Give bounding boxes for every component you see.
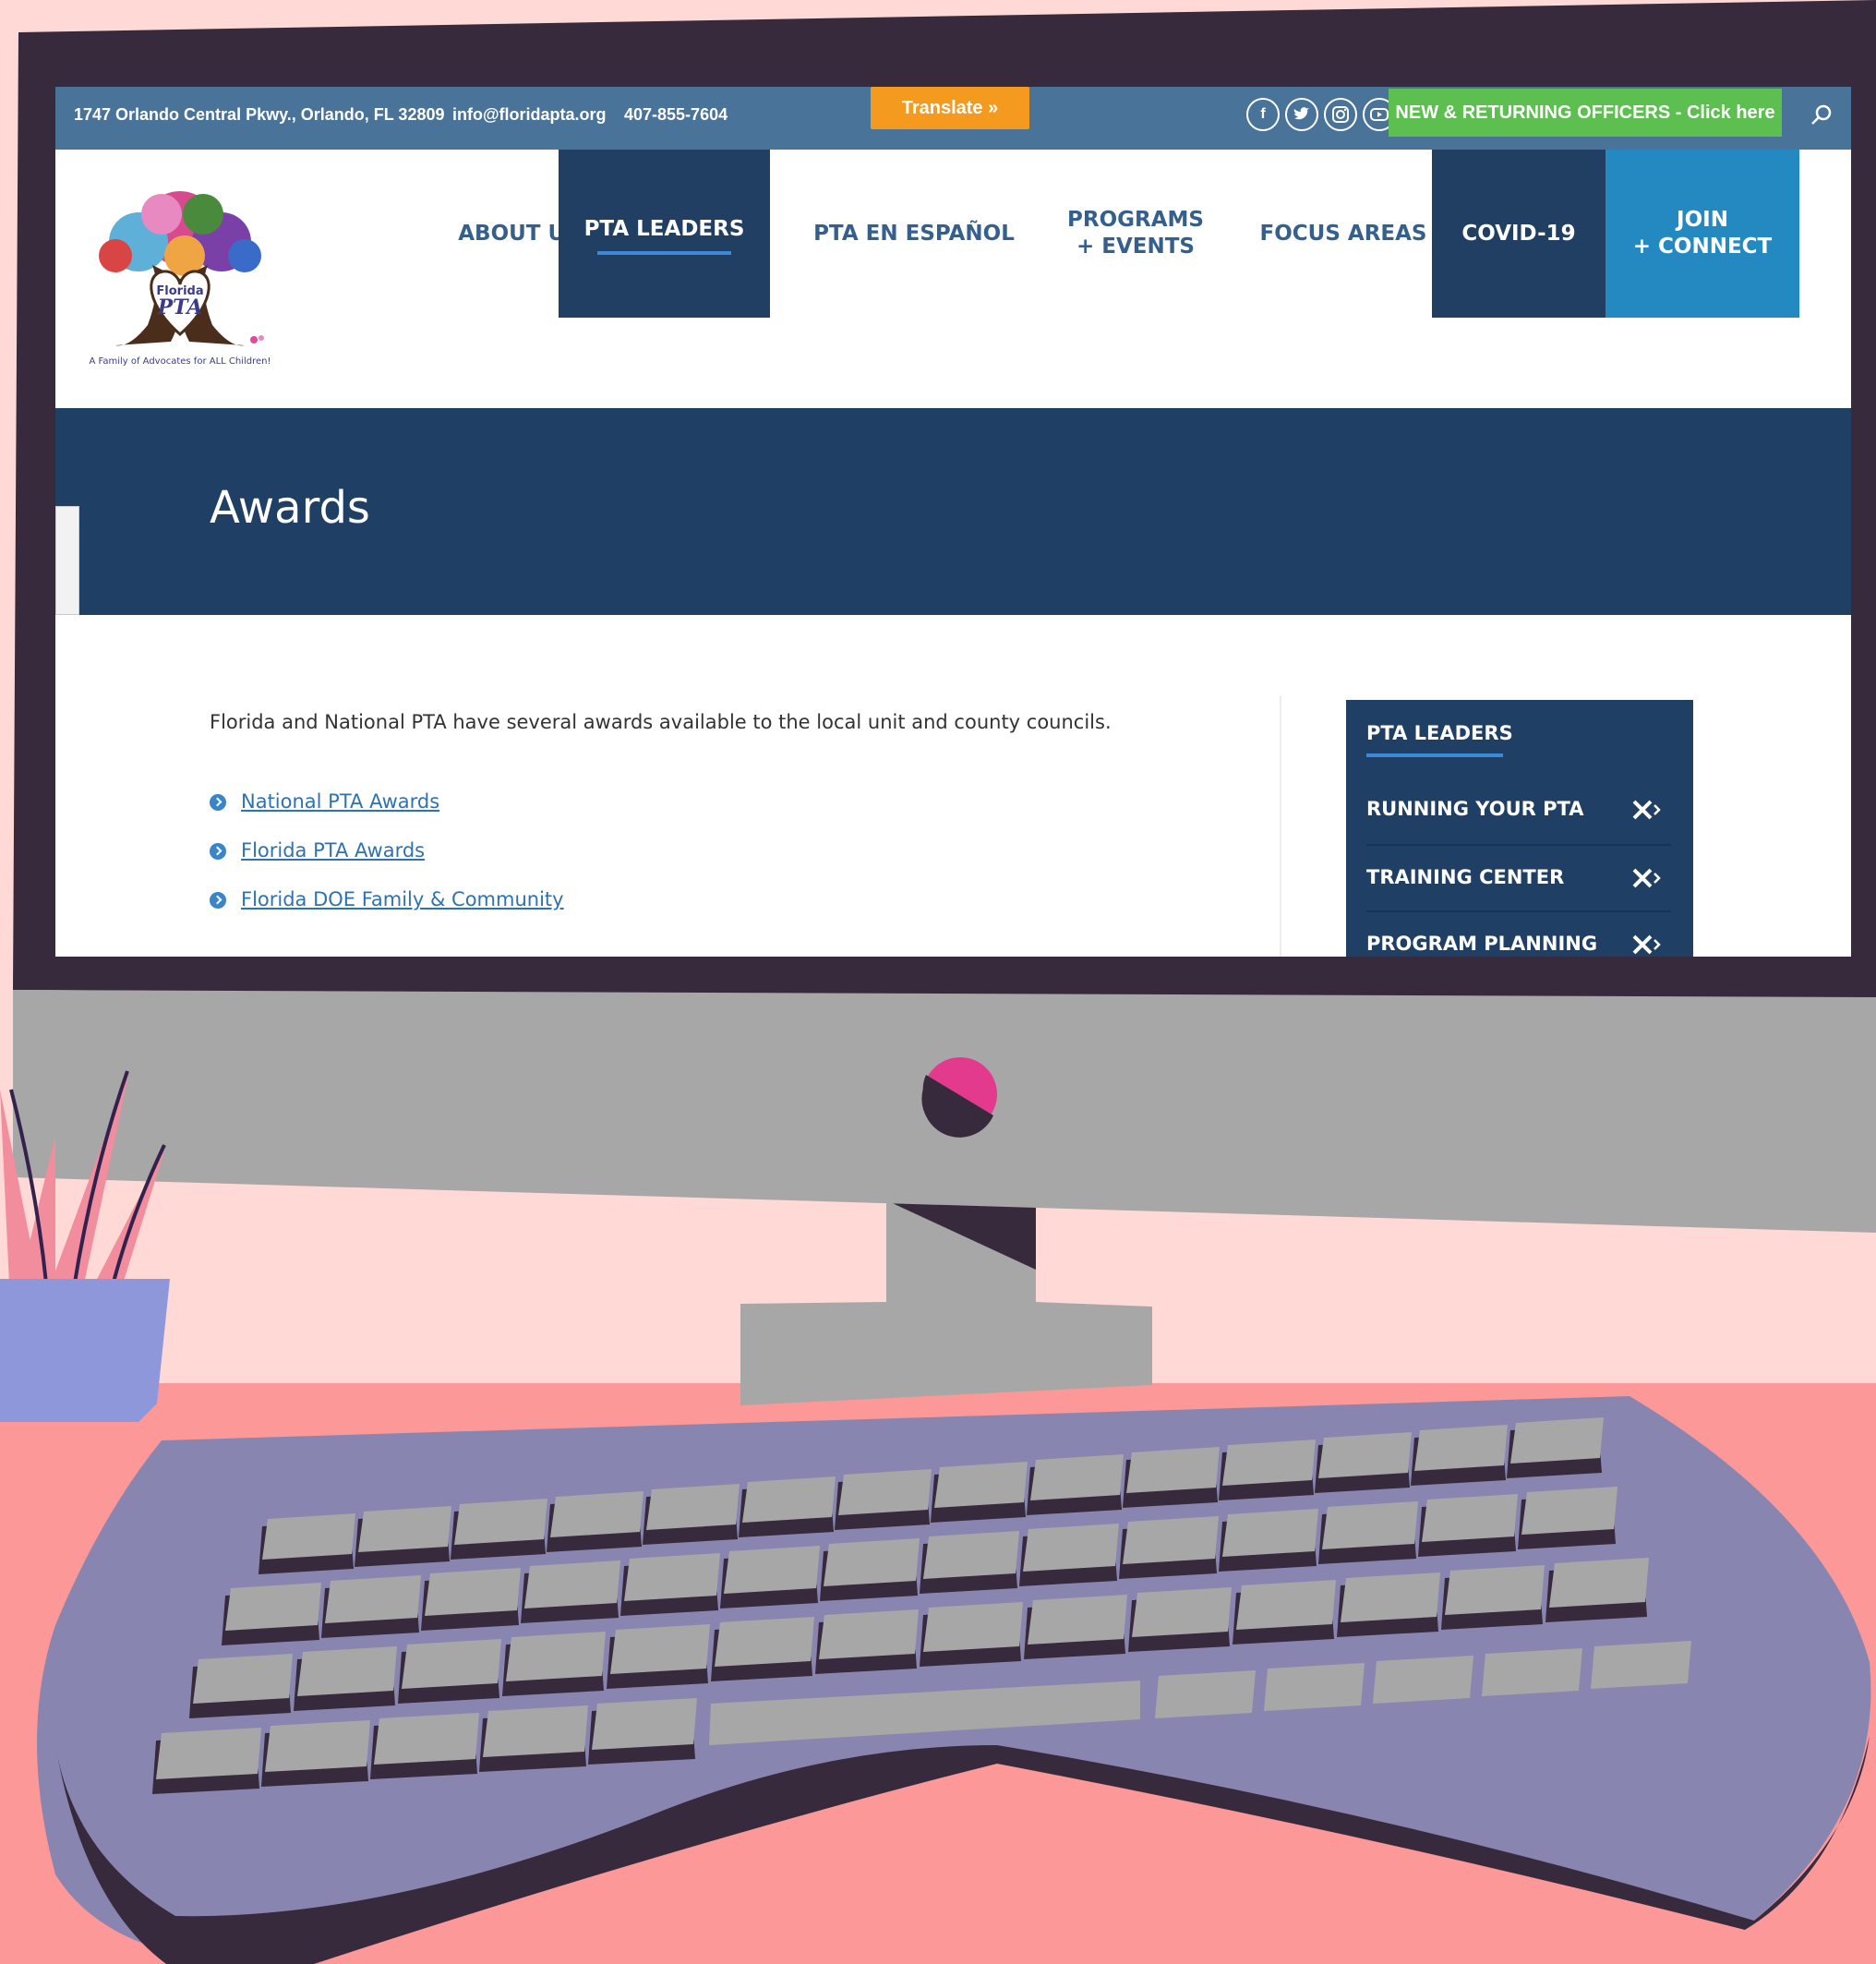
keyboard-key [1030, 1454, 1124, 1500]
nav-active-underline [597, 251, 731, 255]
keyboard-key [1123, 1516, 1219, 1564]
keyboard-key [610, 1624, 710, 1674]
translate-button[interactable]: Translate » [871, 87, 1029, 129]
nav-covid-19[interactable]: COVID-19 [1432, 150, 1605, 318]
twitter-icon[interactable] [1285, 98, 1318, 131]
email-link[interactable]: info@floridapta.org [452, 105, 607, 125]
nav-focus-areas[interactable]: FOCUS AREAS [1246, 150, 1440, 318]
keyboard-key [742, 1476, 836, 1523]
svg-text:PTA: PTA [157, 295, 203, 319]
keyboard-key [483, 1705, 588, 1757]
keyboard-key [265, 1720, 370, 1772]
content-divider [1280, 696, 1281, 957]
sidebar-item-running-your-pta[interactable]: RUNNING YOUR PTA [1366, 789, 1671, 835]
keyboard-key [934, 1462, 1028, 1508]
keyboard-key [724, 1546, 820, 1594]
keyboard-key [1414, 1425, 1508, 1471]
keyboard-key [1322, 1501, 1418, 1549]
keyboard-key [1549, 1558, 1649, 1608]
keyboard-key [592, 1698, 697, 1750]
phone-link[interactable]: 407-855-7604 [624, 105, 728, 125]
keyboard-key [1126, 1447, 1220, 1493]
keyboard-key [838, 1469, 932, 1515]
keyboard-key [325, 1575, 421, 1623]
keyboard-key [524, 1560, 620, 1609]
link-national-pta-awards[interactable]: National PTA Awards [241, 790, 439, 813]
keyboard-key [1318, 1432, 1412, 1478]
keyboard-key [1373, 1656, 1473, 1704]
keyboard-key [225, 1583, 321, 1631]
officers-button[interactable]: NEW & RETURNING OFFICERS - Click here [1389, 89, 1782, 137]
sidebar-item-training-center[interactable]: TRAINING CENTER [1366, 857, 1671, 903]
nav-programs-events[interactable]: PROGRAMS + EVENTS [1048, 150, 1223, 318]
site-header: Florida PTA A Family of Advocates for AL… [55, 150, 1851, 412]
expand-arrow-icon[interactable] [1630, 864, 1664, 892]
instagram-icon[interactable] [1324, 98, 1357, 131]
keyboard-key [1482, 1648, 1582, 1696]
sidebar-separator [1366, 910, 1671, 912]
nav-pta-leaders[interactable]: PTA LEADERS [559, 150, 770, 318]
keyboard-key [1132, 1587, 1232, 1637]
keyboard-key [824, 1538, 920, 1586]
keyboard-key [1422, 1494, 1518, 1542]
sidebar-separator [1366, 844, 1671, 846]
nav-join-connect[interactable]: JOIN + CONNECT [1605, 150, 1799, 318]
top-info-bar: 1747 Orlando Central Pkwy., Orlando, FL … [55, 87, 1851, 150]
page-title-banner: Awards [55, 408, 1851, 615]
keyboard-key [1510, 1417, 1604, 1464]
keyboard-key [1521, 1487, 1617, 1535]
expand-arrow-icon[interactable] [1630, 796, 1664, 824]
tree-canopy-icon [99, 191, 261, 276]
keyboard-key [358, 1506, 451, 1552]
address-text: 1747 Orlando Central Pkwy., Orlando, FL … [74, 105, 445, 124]
chevron-circle-icon [210, 843, 226, 860]
browser-screen: 1747 Orlando Central Pkwy., Orlando, FL … [55, 87, 1851, 957]
keyboard-key [1236, 1580, 1336, 1630]
keyboard-key [923, 1531, 1019, 1579]
keyboard-key [454, 1499, 547, 1545]
keyboard-key [1222, 1509, 1318, 1557]
sidebar-item-program-planning[interactable]: PROGRAM PLANNING [1366, 923, 1671, 957]
main-content: Florida and National PTA have several aw… [55, 615, 1851, 957]
keyboard-key [646, 1484, 740, 1530]
keyboard-key [506, 1632, 606, 1681]
chevron-circle-icon [210, 892, 226, 909]
keyboard-key [550, 1491, 643, 1537]
link-florida-doe-family-community[interactable]: Florida DOE Family & Community [241, 888, 564, 910]
facebook-icon[interactable]: f [1246, 98, 1280, 131]
logo-tagline: A Family of Advocates for ALL Children! [89, 356, 271, 367]
keyboard-key [193, 1654, 293, 1704]
sidebar-title-underline [1366, 753, 1503, 757]
keyboard-key [425, 1568, 521, 1616]
keyboard-key [1591, 1641, 1691, 1689]
keyboard-key [1341, 1572, 1440, 1622]
keyboard-key [624, 1553, 720, 1601]
keyboard-key [262, 1513, 355, 1560]
keyboard-key [819, 1609, 919, 1659]
florida-pta-logo[interactable]: Florida PTA A Family of Advocates for AL… [74, 187, 286, 371]
expand-arrow-icon[interactable] [1630, 931, 1664, 957]
keyboard-key [1028, 1595, 1127, 1645]
link-florida-pta-awards[interactable]: Florida PTA Awards [241, 839, 425, 862]
chevron-circle-icon [210, 794, 226, 811]
keyboard-key [1445, 1565, 1545, 1615]
search-icon[interactable] [1810, 103, 1834, 127]
keyboard-key [1222, 1440, 1316, 1486]
keyboard-key [297, 1646, 397, 1696]
keyboard-key [156, 1728, 261, 1779]
keyboard-key [374, 1713, 479, 1765]
keyboard-key [1155, 1670, 1256, 1718]
keyboard-key [923, 1602, 1023, 1652]
sidebar-title: PTA LEADERS [1366, 722, 1513, 744]
page-title: Awards [210, 482, 370, 534]
side-feedback-tab[interactable] [55, 506, 79, 615]
keyboard-key [715, 1617, 814, 1667]
sidebar-menu: PTA LEADERS RUNNING YOUR PTA TRAINING CE… [1346, 700, 1693, 957]
keyboard-key [1023, 1524, 1119, 1572]
keyboard-key [402, 1639, 501, 1689]
nav-pta-en-espanol[interactable]: PTA EN ESPAÑOL [808, 150, 1020, 318]
keyboard-key [1264, 1663, 1365, 1711]
plant-pot [0, 1279, 170, 1422]
intro-text: Florida and National PTA have several aw… [210, 711, 1112, 733]
